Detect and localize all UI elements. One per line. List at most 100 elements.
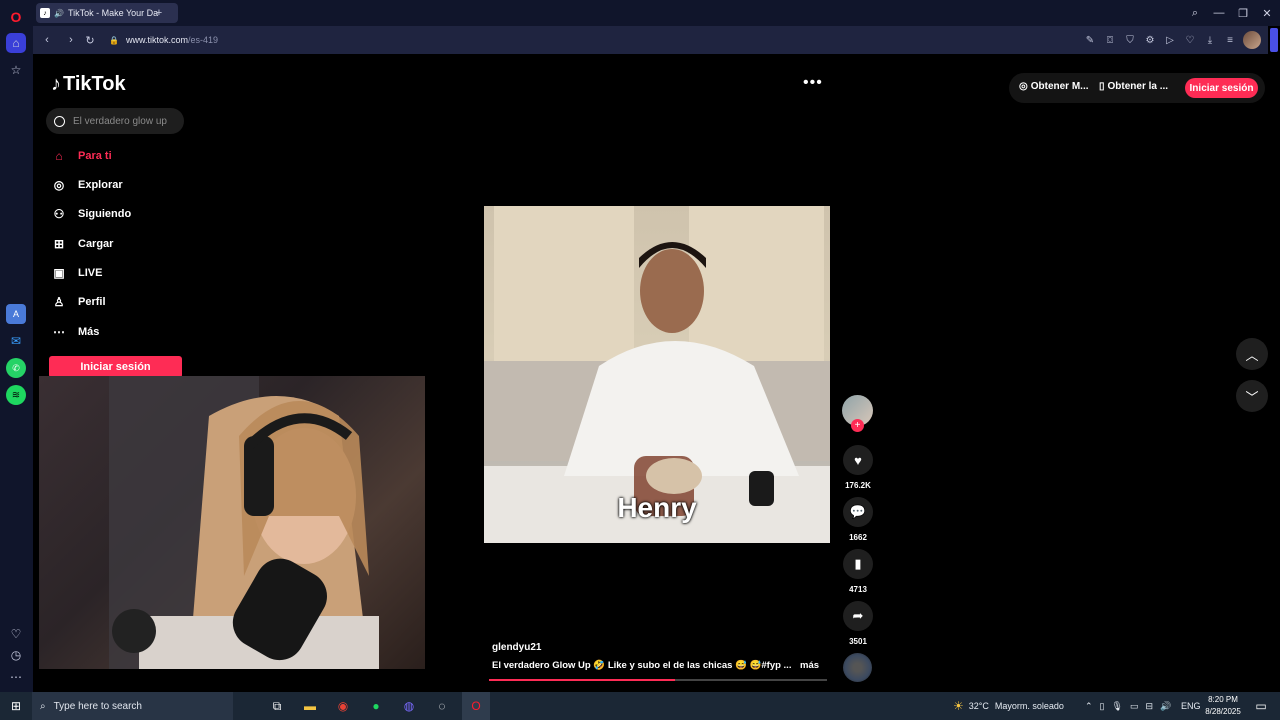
minimize-icon[interactable]: —: [1210, 4, 1228, 22]
tab-bar: ♪ 🔊 TikTok - Make Your Da + ⌕ — ❐ ✕: [33, 0, 1280, 26]
url-field[interactable]: www.tiktok.com/es-419: [126, 31, 218, 49]
share-count: 3501: [849, 637, 867, 646]
comment-count: 1662: [849, 533, 867, 542]
more-icon[interactable]: ⋯: [6, 667, 26, 687]
whatsapp-icon[interactable]: ✆: [6, 358, 26, 378]
speaker-icon[interactable]: 🔊: [54, 9, 64, 18]
close-icon[interactable]: ✕: [1258, 4, 1276, 22]
sidebar-toggle[interactable]: [1270, 28, 1278, 52]
nav-cargar[interactable]: ⊞ Cargar: [50, 233, 114, 255]
windows-start-icon[interactable]: ⊞: [5, 696, 27, 716]
profile-avatar[interactable]: [1243, 31, 1261, 49]
get-app-label: Obtener la ...: [1107, 81, 1169, 92]
nav-mas[interactable]: ⋯ Más: [50, 321, 99, 343]
reload-icon[interactable]: ↻: [81, 31, 99, 49]
system-tray: ⌃ ▯ 🎙 ▭ ⊟ 🔊: [1085, 692, 1171, 720]
comment-button[interactable]: 💬: [843, 497, 873, 527]
weather-icon: ☀: [953, 699, 964, 713]
nav-label: Cargar: [78, 238, 114, 250]
mic-icon[interactable]: 🎙: [1112, 701, 1123, 712]
edit-icon[interactable]: ✎: [1082, 32, 1098, 48]
video-progress-fill: [489, 679, 675, 681]
task-view-icon[interactable]: ⧉: [266, 696, 288, 716]
aria-icon[interactable]: A: [6, 304, 26, 324]
app2-icon[interactable]: ◌: [431, 696, 453, 716]
share-icon: ➦: [852, 608, 864, 623]
get-app-button[interactable]: ▯ Obtener la ...: [1099, 81, 1168, 92]
profile-icon: ♙: [53, 295, 65, 309]
opera-taskbar-icon[interactable]: O: [462, 692, 490, 720]
time-text: 8:20 PM: [1208, 695, 1238, 704]
star-icon[interactable]: ☆: [6, 60, 26, 80]
search-tabs-icon[interactable]: ⌕: [1186, 4, 1204, 22]
music-disc[interactable]: [843, 653, 872, 682]
chrome-icon[interactable]: ◉: [332, 696, 354, 716]
display-icon[interactable]: ▭: [1130, 701, 1139, 712]
save-button[interactable]: ▮: [843, 549, 873, 579]
top-login-button[interactable]: Iniciar sesión: [1185, 78, 1258, 98]
nav-live[interactable]: ▣ LIVE: [50, 262, 102, 284]
spotify-icon[interactable]: ●: [365, 696, 387, 716]
follow-plus-button[interactable]: +: [851, 419, 864, 432]
previous-video-button[interactable]: ︿: [1236, 338, 1268, 370]
vpn-icon[interactable]: ⚙: [1142, 32, 1158, 48]
history-icon[interactable]: ◷: [6, 645, 26, 665]
nav-explorar[interactable]: ◎ Explorar: [50, 174, 123, 196]
video-description: El verdadero Glow Up 🤣 Like y subo el de…: [492, 660, 792, 671]
restore-icon[interactable]: ❐: [1234, 4, 1252, 22]
video-progress-bar[interactable]: [489, 679, 827, 681]
home-icon[interactable]: ⌂: [6, 33, 26, 53]
more-options-button[interactable]: •••: [803, 74, 823, 92]
new-tab-button[interactable]: +: [150, 4, 168, 22]
opera-sidebar: O ⌂ ☆ A ✉ ✆ ≋ ♡ ◷ ⋯: [0, 0, 33, 692]
nav-para-ti[interactable]: ⌂ Para ti: [50, 145, 111, 167]
weather-widget[interactable]: ☀ 32°C Mayorm. soleado: [953, 692, 1064, 720]
volume-icon[interactable]: 🔊: [1160, 701, 1171, 712]
play-icon[interactable]: ▷: [1162, 32, 1178, 48]
camera-icon[interactable]: ⌼: [1102, 32, 1118, 48]
tab-title: TikTok - Make Your Da: [67, 8, 159, 18]
share-button[interactable]: ➦: [843, 601, 873, 631]
live-icon: ▣: [53, 266, 65, 280]
favorites-icon[interactable]: ♡: [1182, 32, 1198, 48]
back-icon[interactable]: ‹: [38, 31, 56, 49]
forward-icon[interactable]: ›: [62, 31, 80, 49]
following-icon: ⚇: [53, 207, 65, 221]
file-explorer-icon[interactable]: ▬: [299, 696, 321, 716]
chevron-up-icon: ︿: [1245, 347, 1259, 363]
messenger-icon[interactable]: ✉: [6, 331, 26, 351]
download-icon[interactable]: ⤓: [1202, 32, 1218, 48]
search-placeholder: El verdadero glow up: [73, 115, 167, 127]
like-button[interactable]: ♥: [843, 445, 873, 475]
notifications-icon[interactable]: ▭: [1250, 696, 1272, 716]
chevron-down-icon: ﹀: [1245, 389, 1259, 405]
search-input[interactable]: El verdadero glow up: [46, 108, 184, 134]
shield-icon[interactable]: ⛉: [1122, 32, 1138, 48]
language-indicator[interactable]: ENG: [1181, 692, 1201, 720]
home-icon: ⌂: [55, 149, 63, 163]
device-icon[interactable]: ▯: [1100, 701, 1105, 712]
nav-label: Explorar: [78, 179, 123, 191]
menu-icon[interactable]: ≡: [1222, 32, 1238, 48]
clock[interactable]: 8:20 PM 8/28/2025: [1203, 694, 1243, 718]
video-player[interactable]: Henry: [484, 206, 830, 543]
get-coins-button[interactable]: ◎ Obtener M...: [1019, 81, 1089, 92]
side-login-button[interactable]: Iniciar sesión: [49, 356, 182, 378]
coin-icon: ◎: [1019, 81, 1028, 92]
tiktok-logo[interactable]: ♪ TikTok: [51, 73, 126, 96]
more-text-button[interactable]: más: [800, 660, 819, 671]
tray-chevron-icon[interactable]: ⌃: [1085, 701, 1093, 712]
next-video-button[interactable]: ﹀: [1236, 380, 1268, 412]
get-coins-label: Obtener M...: [1030, 81, 1089, 92]
network-icon[interactable]: ⊟: [1145, 701, 1153, 712]
author-name[interactable]: glendyu21: [492, 642, 541, 653]
opera-logo-icon[interactable]: O: [6, 7, 26, 27]
spotify-icon[interactable]: ≋: [6, 385, 26, 405]
nav-perfil[interactable]: ♙ Perfil: [50, 291, 106, 313]
weather-text: Mayorm. soleado: [994, 701, 1064, 711]
nav-siguiendo[interactable]: ⚇ Siguiendo: [50, 203, 132, 225]
taskbar-search[interactable]: ⌕ Type here to search: [32, 692, 233, 720]
app-icon[interactable]: ◍: [398, 696, 420, 716]
lock-icon[interactable]: 🔒: [105, 31, 123, 49]
heart-icon[interactable]: ♡: [6, 624, 26, 644]
